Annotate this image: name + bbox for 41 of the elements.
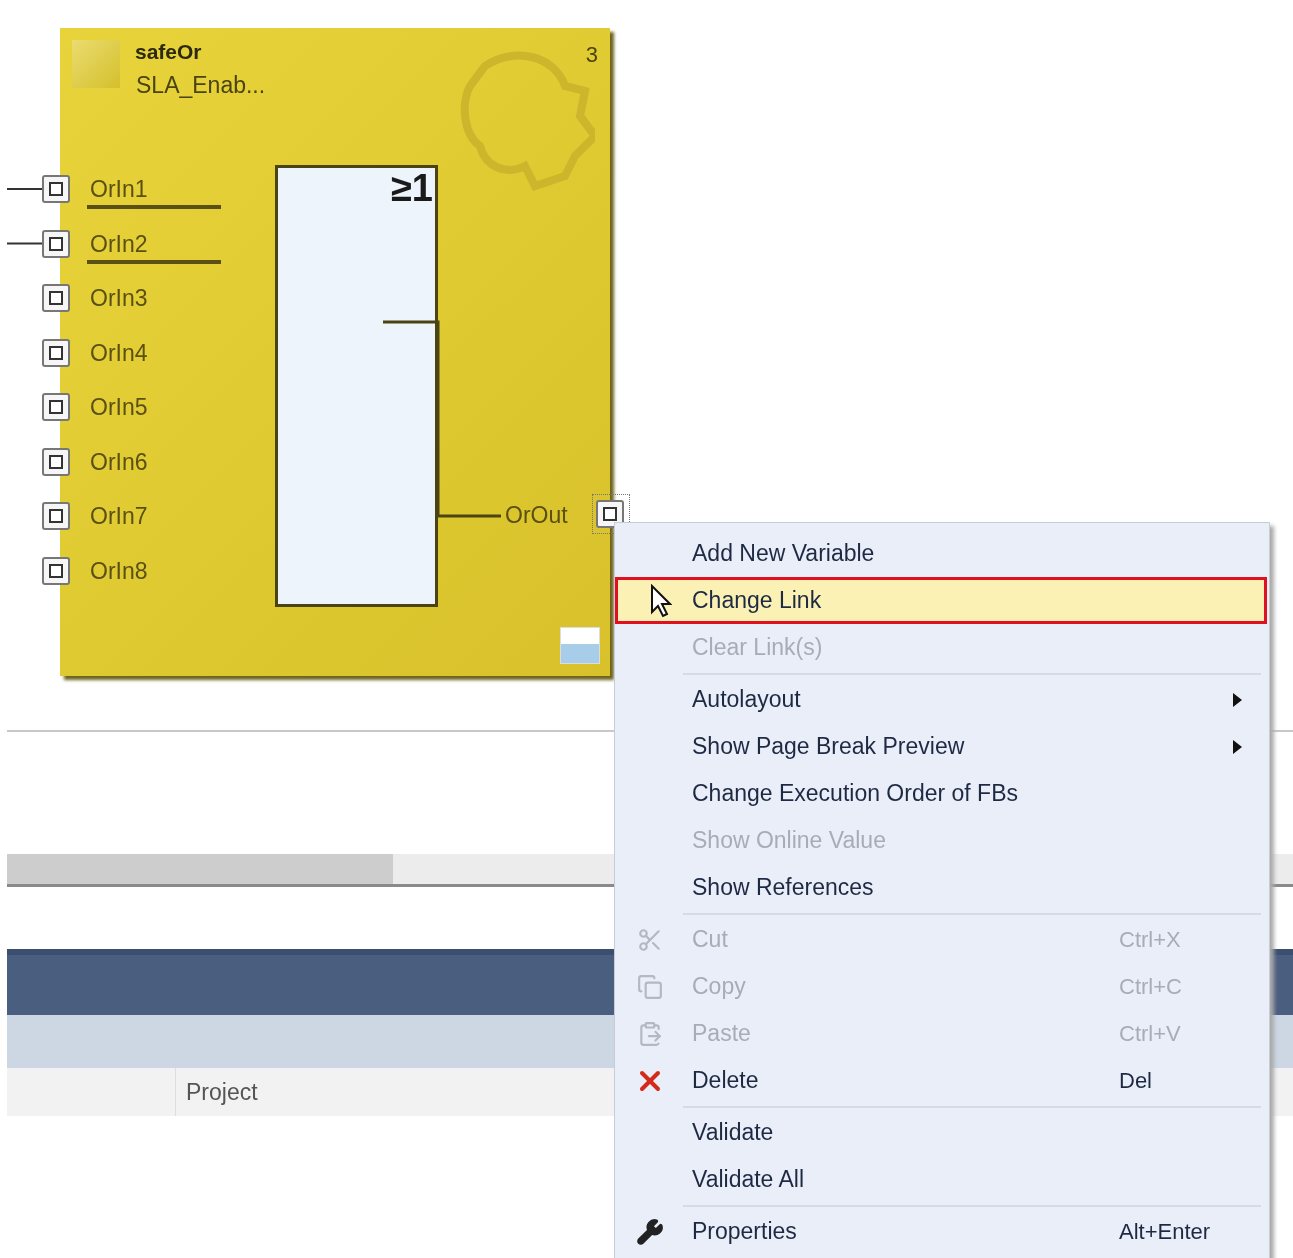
block-type-name: safeOr [135, 40, 202, 64]
wire [7, 242, 43, 245]
input-port[interactable] [42, 447, 70, 476]
copy-icon [637, 973, 663, 1000]
input-label: OrIn5 [90, 394, 148, 421]
input-port[interactable] [42, 393, 70, 421]
operator-sign: ≥1 [391, 168, 433, 210]
column-header[interactable]: Project [176, 1078, 258, 1106]
input-label: OrIn4 [90, 339, 148, 367]
output-port[interactable] [596, 500, 624, 528]
menu-item[interactable]: Change Execution Order of FBs [615, 770, 1267, 817]
menu-item[interactable]: Change Link [615, 577, 1267, 624]
input-label: OrIn1 [90, 176, 148, 203]
menu-item[interactable]: Autolayout [615, 676, 1267, 723]
input-port[interactable] [42, 175, 70, 203]
input-label: OrIn7 [90, 503, 148, 530]
block-instance-name: SLA_Enab... [136, 72, 266, 99]
input-label: OrIn8 [90, 557, 148, 585]
menu-item[interactable]: Validate [615, 1109, 1267, 1156]
input-port[interactable] [42, 556, 70, 585]
input-label: OrIn3 [90, 285, 148, 312]
input-port[interactable] [42, 338, 70, 367]
wrench-icon [636, 1217, 664, 1246]
input-label: OrIn6 [90, 448, 148, 476]
input-label: OrIn2 [90, 230, 148, 258]
input-port[interactable] [42, 229, 70, 258]
output-label: OrOut [505, 502, 568, 529]
input-port[interactable] [42, 502, 70, 530]
wire [7, 188, 43, 190]
mouse-cursor-icon [650, 584, 672, 618]
menu-item[interactable]: Properties Alt+Enter [615, 1208, 1267, 1255]
menu-item[interactable]: Show References [615, 864, 1267, 911]
menu-item[interactable]: Validate All [615, 1156, 1267, 1203]
scissors-icon [637, 926, 663, 953]
menu-item[interactable]: Delete Del [615, 1057, 1267, 1104]
menu-item[interactable]: Add New Variable [615, 530, 1267, 577]
scrollbar-thumb[interactable] [7, 854, 393, 884]
input-port[interactable] [42, 284, 70, 312]
paste-icon [637, 1020, 663, 1047]
execution-order: 3 [585, 42, 598, 68]
menu-item[interactable]: Show Page Break Preview [615, 723, 1267, 770]
